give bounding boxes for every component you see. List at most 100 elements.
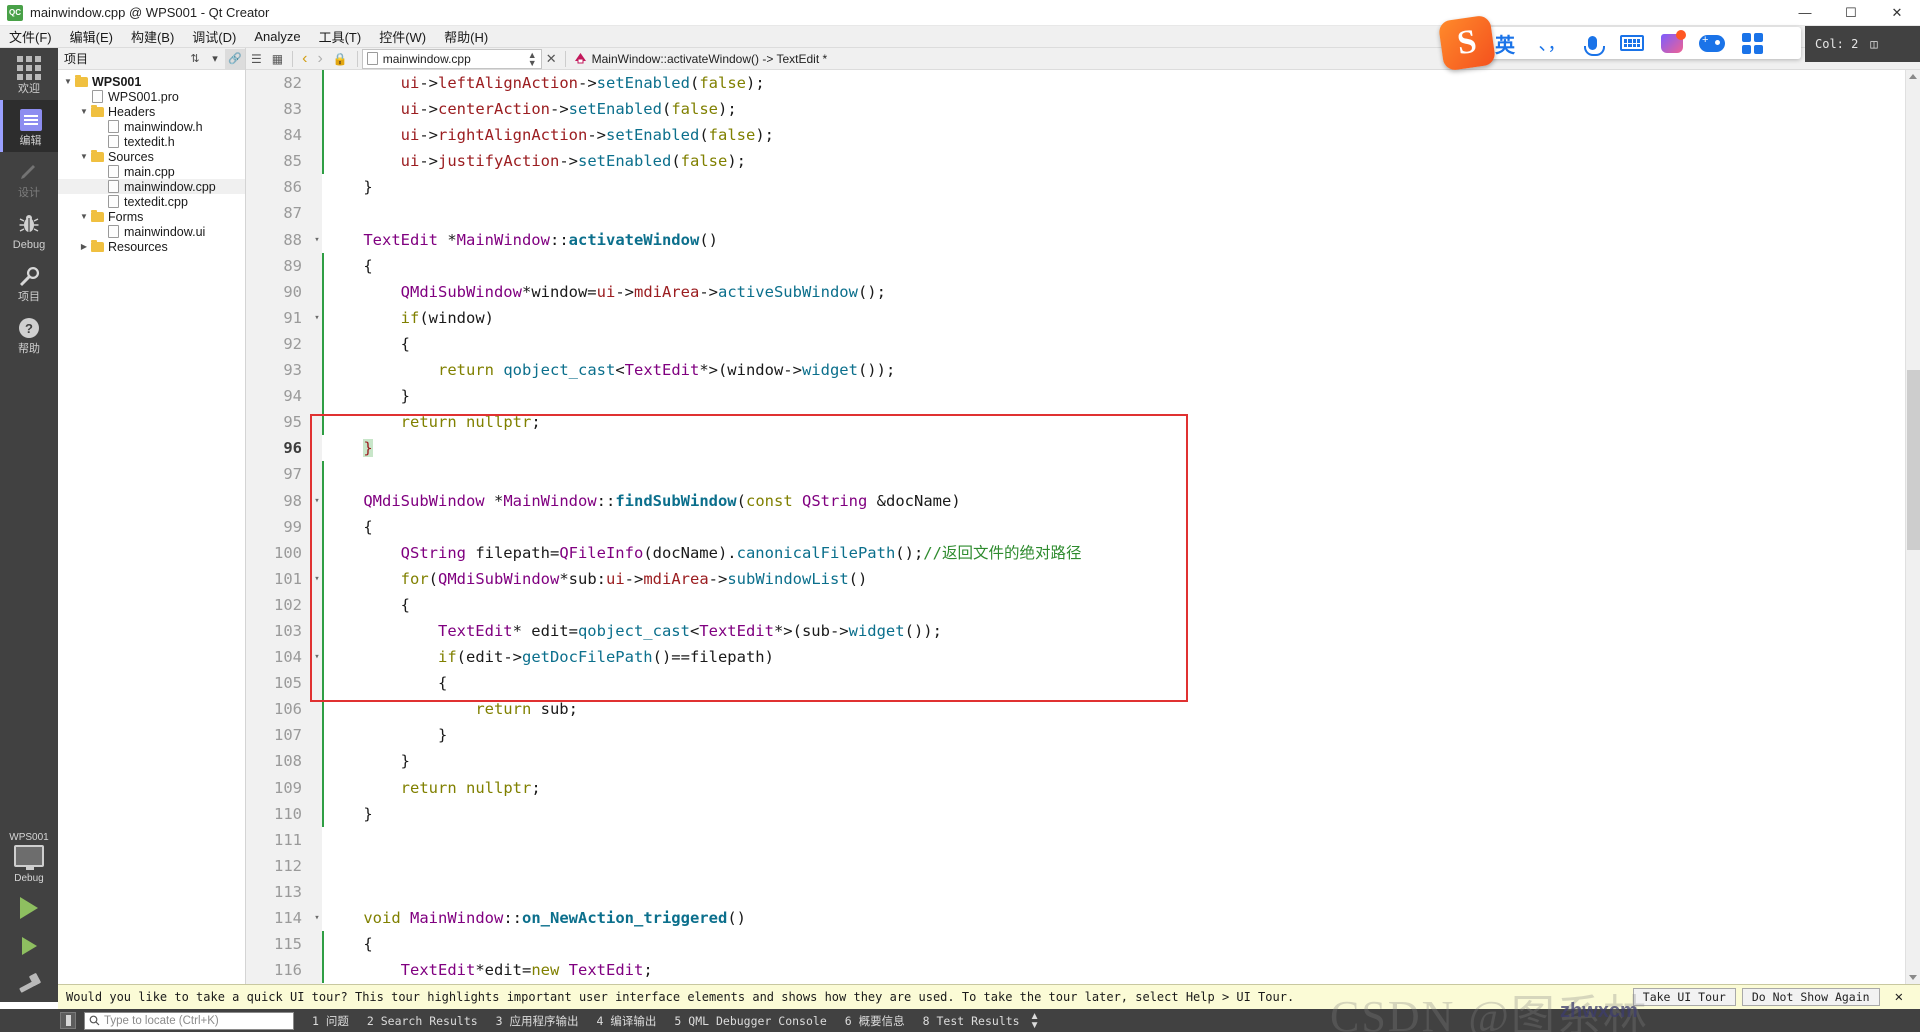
code-line[interactable]: 82 ui->leftAlignAction->setEnabled(false… <box>246 70 1920 97</box>
locator-input[interactable]: Type to locate (Ctrl+K) <box>84 1011 294 1030</box>
scrollbar-thumb[interactable] <box>1907 370 1920 550</box>
kit-selector[interactable]: WPS001 Debug <box>0 832 58 888</box>
sogou-logo-icon[interactable]: S <box>1437 14 1497 72</box>
sidebar-item-projects[interactable]: 项目 <box>0 256 58 308</box>
tree-item-mainwindow-ui[interactable]: mainwindow.ui <box>58 224 245 239</box>
document-selector[interactable]: mainwindow.cpp ▲ ▼ <box>361 48 542 69</box>
split-h-icon[interactable]: ☰ <box>246 48 267 70</box>
ime-punctuation-button[interactable]: 、， <box>1539 30 1566 56</box>
tree-item-headers[interactable]: ▼ Headers <box>58 104 245 119</box>
project-tree[interactable]: ▼ WPS001 WPS001.pro ▼ Headers mainwindow.h tex… <box>58 70 245 254</box>
fold-arrow-icon[interactable]: ▾ <box>312 227 322 253</box>
take-ui-tour-button[interactable]: Take UI Tour <box>1632 988 1736 1006</box>
fold-arrow-icon[interactable]: ▾ <box>312 488 322 514</box>
code-line[interactable]: 89 { <box>246 252 1920 279</box>
code-line[interactable]: 110 } <box>246 800 1920 827</box>
tree-item-wps001-pro[interactable]: WPS001.pro <box>58 89 245 104</box>
code-line[interactable]: 99 { <box>246 513 1920 540</box>
code-line[interactable]: 94 } <box>246 383 1920 410</box>
do-not-show-again-button[interactable]: Do Not Show Again <box>1741 988 1880 1006</box>
split-v-icon[interactable]: ▦ <box>267 48 288 70</box>
split-editor-icon[interactable]: ◫ <box>1870 37 1877 51</box>
sidebar-item-debug[interactable]: Debug <box>0 204 58 256</box>
code-line[interactable]: 102 { <box>246 591 1920 618</box>
tree-item-main-cpp[interactable]: main.cpp <box>58 164 245 179</box>
code-line[interactable]: 85 ui->justifyAction->setEnabled(false); <box>246 148 1920 175</box>
menu-tools[interactable]: 工具(T) <box>310 25 371 48</box>
output-tab-test-results[interactable]: 8 Test Results <box>923 1014 1020 1028</box>
code-line[interactable]: 93 return qobject_cast<TextEdit*>(window… <box>246 357 1920 384</box>
code-line[interactable]: 113 <box>246 879 1920 905</box>
code-line[interactable]: 111 <box>246 827 1920 853</box>
code-line[interactable]: 84 ui->rightAlignAction->setEnabled(fals… <box>246 122 1920 149</box>
code-line[interactable]: 103 TextEdit* edit=qobject_cast<TextEdit… <box>246 617 1920 645</box>
code-line[interactable]: 101 ▾ for(QMdiSubWindow*sub:ui->mdiArea->… <box>246 565 1920 592</box>
twisty-icon[interactable]: ▶ <box>78 242 90 251</box>
code-line[interactable]: 114 ▾ void MainWindow::on_NewAction_trigg… <box>246 905 1920 931</box>
code-line[interactable]: 91 ▾ if(window) <box>246 304 1920 331</box>
scroll-up-icon[interactable] <box>1909 74 1917 79</box>
sidebar-item-help[interactable]: ? 帮助 <box>0 308 58 360</box>
code-line[interactable]: 116 TextEdit*edit=new TextEdit; <box>246 957 1920 984</box>
fold-arrow-icon[interactable]: ▾ <box>312 305 322 331</box>
output-tab-编译输出[interactable]: 4 编译输出 <box>597 1013 657 1029</box>
tree-item-textedit-h[interactable]: textedit.h <box>58 134 245 149</box>
minimize-button[interactable]: — <box>1782 0 1828 26</box>
menu-help[interactable]: 帮助(H) <box>435 25 497 48</box>
menu-build[interactable]: 构建(B) <box>122 25 183 48</box>
close-document-button[interactable]: ✕ <box>542 51 561 67</box>
output-tab-概要信息[interactable]: 6 概要信息 <box>845 1013 905 1029</box>
code-line[interactable]: 97 <box>246 461 1920 488</box>
link-icon[interactable]: 🔗 <box>225 48 245 69</box>
output-tab-search-results[interactable]: 2 Search Results <box>367 1014 478 1028</box>
tree-item-resources[interactable]: ▶ Resources <box>58 239 245 254</box>
fold-arrow-icon[interactable]: ▾ <box>312 566 322 592</box>
nav-forward-button[interactable]: › <box>312 48 327 70</box>
filter-icon[interactable]: ▾ <box>205 49 225 69</box>
editor-vertical-scrollbar[interactable] <box>1905 70 1920 984</box>
sidebar-item-design[interactable]: 设计 <box>0 152 58 204</box>
code-line[interactable]: 106 return sub; <box>246 696 1920 723</box>
twisty-icon[interactable]: ▼ <box>78 152 90 161</box>
output-tab-qml-debugger-console[interactable]: 5 QML Debugger Console <box>674 1014 826 1028</box>
code-line[interactable]: 112 <box>246 853 1920 879</box>
build-button[interactable] <box>17 964 41 1002</box>
menu-debug[interactable]: 调试(D) <box>183 25 245 48</box>
code-line[interactable]: 88 ▾ TextEdit *MainWindow::activateWindow… <box>246 227 1920 253</box>
sidebar-item-welcome[interactable]: 欢迎 <box>0 48 58 100</box>
code-line[interactable]: 83 ui->centerAction->setEnabled(false); <box>246 96 1920 123</box>
code-line[interactable]: 105 { <box>246 670 1920 697</box>
maximize-button[interactable]: ☐ <box>1828 0 1874 26</box>
mic-icon[interactable] <box>1579 36 1605 56</box>
menu-edit[interactable]: 编辑(E) <box>61 25 122 48</box>
menu-window[interactable]: 控件(W) <box>370 25 435 48</box>
tree-item-forms[interactable]: ▼ Forms <box>58 209 245 224</box>
twisty-icon[interactable]: ▼ <box>78 212 90 221</box>
code-line[interactable]: 104 ▾ if(edit->getDocFilePath()==filepath… <box>246 644 1920 671</box>
code-line[interactable]: 95 return nullptr; <box>246 409 1920 436</box>
fold-arrow-icon[interactable]: ▾ <box>312 905 322 931</box>
menu-file[interactable]: 文件(F) <box>0 25 61 48</box>
code-line[interactable]: 90 QMdiSubWindow*window=ui->mdiArea->act… <box>246 278 1920 305</box>
scroll-down-icon[interactable] <box>1909 975 1917 980</box>
code-line[interactable]: 96 } <box>246 435 1920 461</box>
tree-item-sources[interactable]: ▼ Sources <box>58 149 245 164</box>
fold-arrow-icon[interactable]: ▾ <box>312 644 322 670</box>
sidebar-item-edit[interactable]: 编辑 <box>0 100 58 152</box>
tree-item-wps001[interactable]: ▼ WPS001 <box>58 74 245 89</box>
code-line[interactable]: 100 QString filepath=QFileInfo(docName).… <box>246 539 1920 566</box>
output-tab-问题[interactable]: 1 问题 <box>312 1013 349 1029</box>
output-tab-应用程序输出[interactable]: 3 应用程序输出 <box>496 1013 579 1029</box>
code-editor[interactable]: 82 ui->leftAlignAction->setEnabled(false… <box>246 70 1920 984</box>
twisty-icon[interactable]: ▼ <box>62 77 74 86</box>
skin-icon[interactable] <box>1659 29 1686 53</box>
code-lines[interactable]: 82 ui->leftAlignAction->setEnabled(false… <box>246 70 1920 984</box>
code-line[interactable]: 98 ▾ QMdiSubWindow *MainWindow::findSubWi… <box>246 487 1920 514</box>
tree-item-mainwindow-cpp[interactable]: mainwindow.cpp <box>58 179 245 194</box>
ime-mode-button[interactable]: 英 <box>1495 29 1525 58</box>
close-tour-icon[interactable]: ✕ <box>1886 988 1912 1006</box>
code-line[interactable]: 86 } <box>246 174 1920 200</box>
tree-item-textedit-cpp[interactable]: textedit.cpp <box>58 194 245 209</box>
symbol-selector[interactable]: MainWindow::activateWindow() -> TextEdit… <box>570 49 832 69</box>
code-line[interactable]: 115 { <box>246 931 1920 958</box>
